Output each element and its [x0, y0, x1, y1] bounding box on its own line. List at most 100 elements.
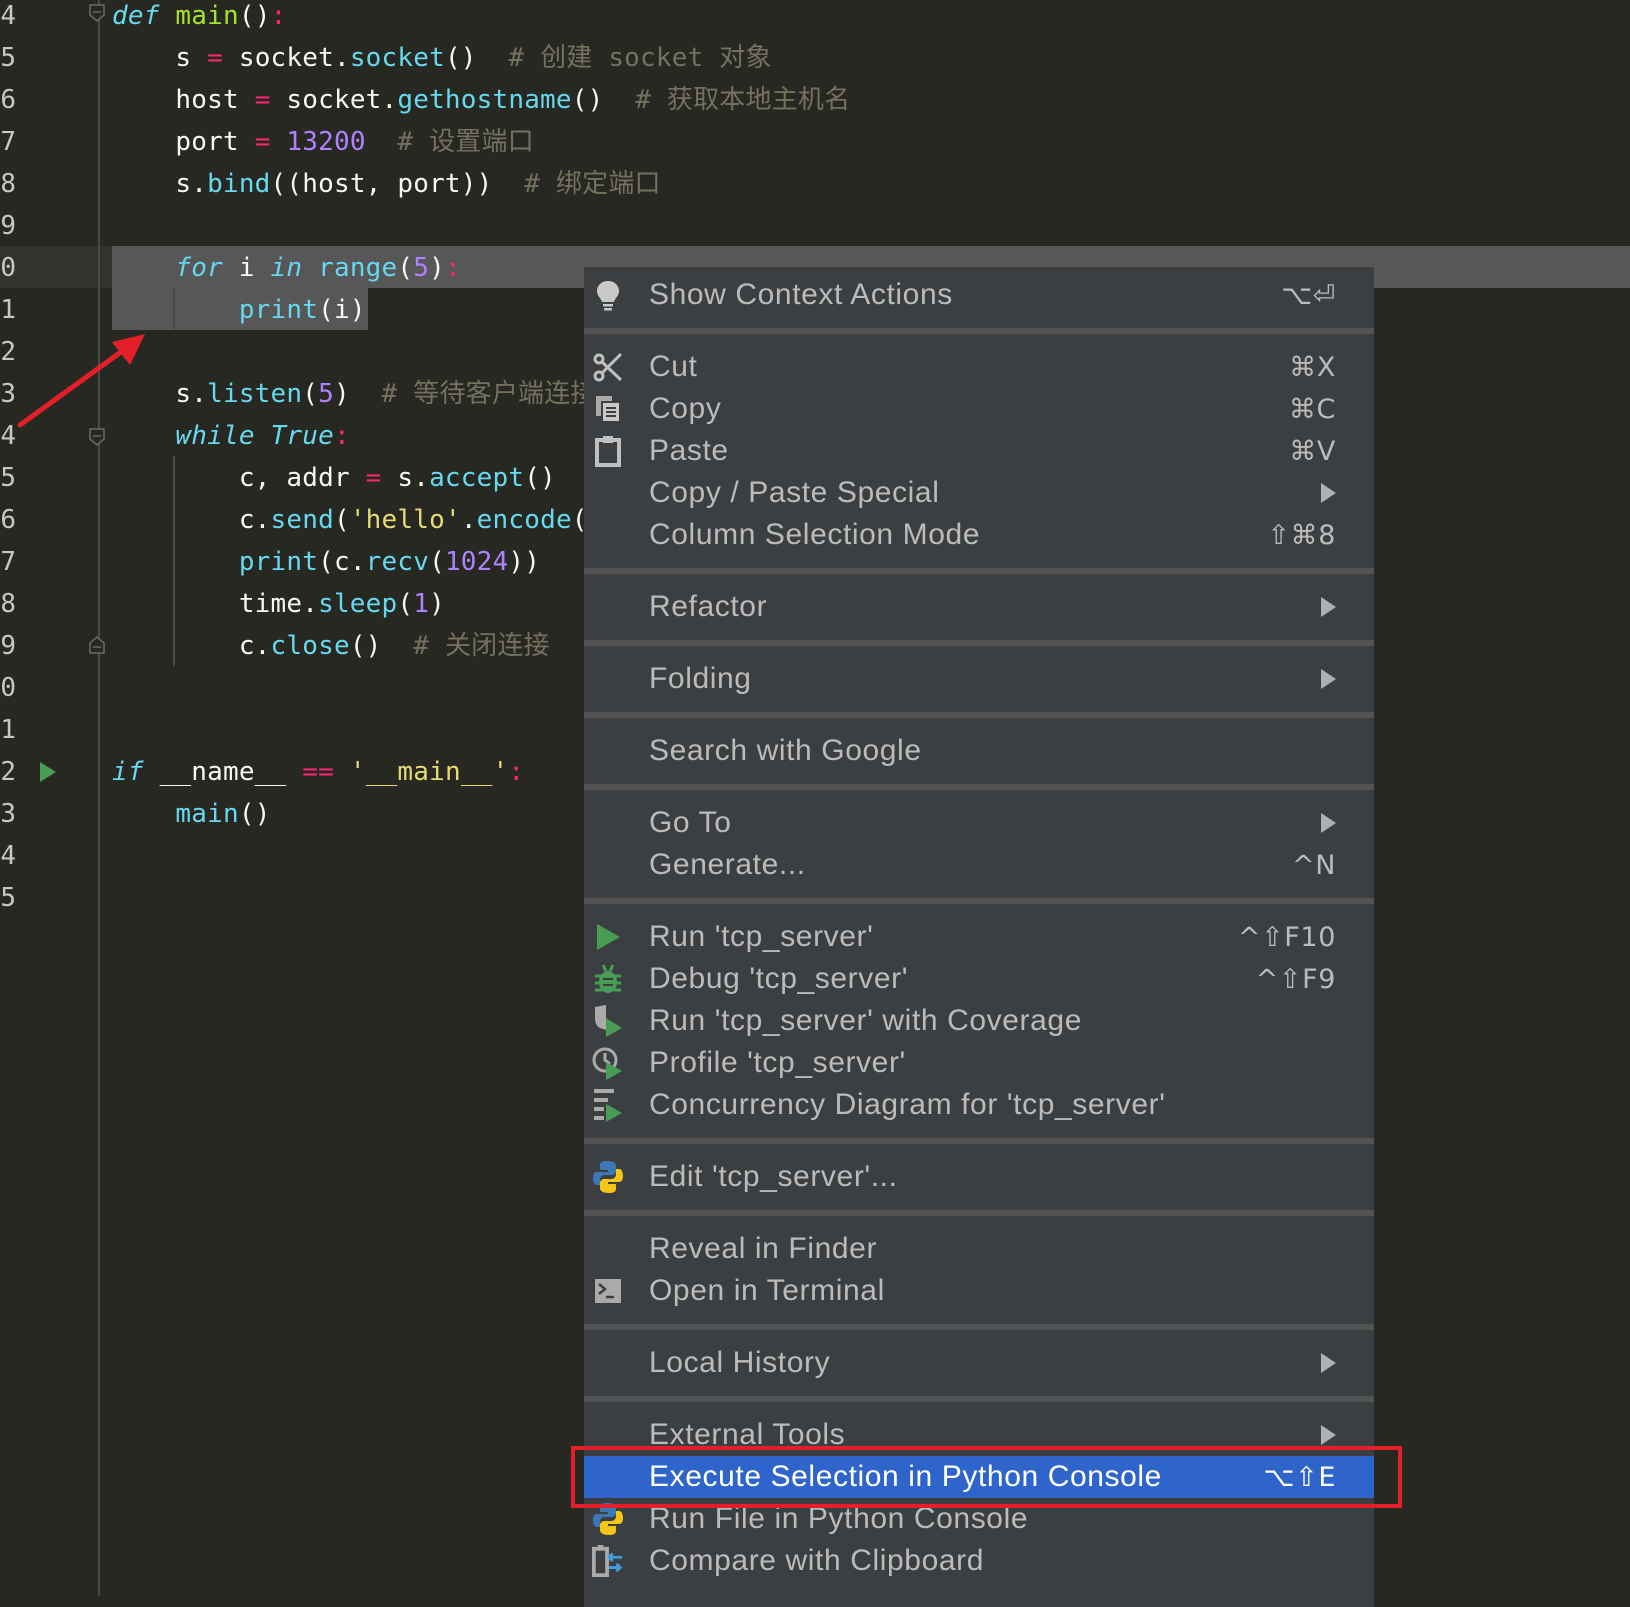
code-token: 13200: [286, 127, 366, 157]
code-line[interactable]: main(): [112, 793, 271, 835]
menu-item-reveal-in-finder[interactable]: Reveal in Finder: [584, 1228, 1374, 1270]
code-token: (: [397, 253, 414, 283]
menu-item-shortcut: ⌘V: [1289, 435, 1336, 467]
code-token: :: [270, 1, 287, 31]
code-token: )): [508, 547, 541, 577]
code-token: (): [524, 463, 556, 493]
code-line[interactable]: s.bind((host, port)) # 绑定端口: [112, 163, 661, 205]
code-line[interactable]: print(c.recv(1024)): [112, 541, 540, 583]
code-token: :: [333, 421, 350, 451]
menu-item-folding[interactable]: Folding: [584, 658, 1374, 700]
run-gutter-icon[interactable]: [38, 760, 58, 784]
menu-item-copy[interactable]: Copy ⌘C: [584, 388, 1374, 430]
code-token: ): [333, 379, 350, 409]
fold-icon[interactable]: [89, 4, 105, 22]
line-number: 17: [0, 547, 16, 577]
line-number: 18: [0, 589, 16, 619]
menu-item-concurrency-diagram-for-tcp-server[interactable]: Concurrency Diagram for 'tcp_server': [584, 1084, 1374, 1126]
menu-item-run-tcp-server[interactable]: Run 'tcp_server' ^⇧F10: [584, 916, 1374, 958]
menu-item-show-context-actions[interactable]: Show Context Actions ⌥⏎: [584, 274, 1374, 316]
concurrency-icon: [592, 1089, 624, 1122]
code-token: 5: [318, 379, 334, 409]
code-token: range: [318, 253, 398, 283]
code-token: sleep: [318, 589, 398, 619]
code-token: print: [238, 295, 319, 325]
code-line[interactable]: for i in range(5):: [112, 247, 461, 289]
code-token: __name__: [143, 757, 303, 787]
coverage-icon: [592, 1005, 624, 1037]
code-token: # 设置端口: [365, 127, 534, 157]
fold-end-icon[interactable]: [89, 636, 105, 654]
code-token: (): [571, 85, 604, 115]
code-token: ): [429, 253, 445, 283]
code-token: (): [238, 799, 271, 829]
menu-item-copy-paste-special[interactable]: Copy / Paste Special: [584, 472, 1374, 514]
menu-item-local-history[interactable]: Local History: [584, 1342, 1374, 1384]
line-number: 20: [0, 673, 16, 703]
line-number: 24: [0, 841, 16, 871]
code-token: =: [254, 85, 271, 115]
line-number: 22: [0, 757, 16, 787]
menu-item-cut[interactable]: Cut ⌘X: [584, 346, 1374, 388]
code-token: # 等待客户端连接: [349, 379, 597, 409]
menu-item-column-selection-mode[interactable]: Column Selection Mode ⇧⌘8: [584, 514, 1374, 556]
menu-item-run-tcp-server-with-coverage[interactable]: Run 'tcp_server' with Coverage: [584, 1000, 1374, 1042]
menu-item-open-in-terminal[interactable]: Open in Terminal: [584, 1270, 1374, 1312]
code-line[interactable]: time.sleep(1): [112, 583, 445, 625]
code-token: 1: [413, 589, 430, 619]
code-token: for: [175, 253, 223, 283]
menu-item-edit-tcp-server[interactable]: Edit 'tcp_server'...: [584, 1156, 1374, 1198]
menu-separator: [584, 886, 1374, 916]
menu-separator: [584, 316, 1374, 346]
code-token: c, addr: [112, 463, 366, 493]
menu-item-label: Run 'tcp_server': [649, 920, 874, 953]
menu-item-paste[interactable]: Paste ⌘V: [584, 430, 1374, 472]
menu-item-label: Open in Terminal: [649, 1274, 885, 1307]
line-number: 16: [0, 505, 16, 535]
code-token: main: [175, 1, 239, 31]
menu-item-profile-tcp-server[interactable]: Profile 'tcp_server': [584, 1042, 1374, 1084]
menu-item-go-to[interactable]: Go To: [584, 802, 1374, 844]
code-line[interactable]: s = socket.socket() # 创建 socket 对象: [112, 37, 772, 79]
menu-item-shortcut: ⌘X: [1289, 351, 1336, 383]
menu-separator: [584, 1126, 1374, 1156]
code-token: (: [333, 505, 350, 535]
menu-item-shortcut: ^N: [1291, 849, 1336, 881]
code-token: accept: [429, 463, 525, 493]
menu-item-compare-with-clipboard[interactable]: Compare with Clipboard: [584, 1540, 1374, 1582]
code-token: (c.: [318, 547, 366, 577]
code-line[interactable]: host = socket.gethostname() # 获取本地主机名: [112, 79, 850, 121]
code-line[interactable]: c.close() # 关闭连接: [112, 625, 550, 667]
menu-item-label: Folding: [649, 662, 752, 695]
code-line[interactable]: s.listen(5) # 等待客户端连接: [112, 373, 597, 415]
line-number: 4: [0, 1, 16, 31]
menu-item-debug-tcp-server[interactable]: Debug 'tcp_server' ^⇧F9: [584, 958, 1374, 1000]
menu-item-label: Compare with Clipboard: [649, 1544, 985, 1577]
code-token: # 绑定端口: [492, 169, 661, 199]
code-token: while: [175, 421, 255, 451]
code-token: s.: [112, 169, 208, 199]
code-line[interactable]: if __name__ == '__main__':: [112, 751, 524, 793]
code-token: i: [222, 253, 271, 283]
line-number: 25: [0, 883, 16, 913]
code-token: socket: [349, 43, 445, 73]
code-line[interactable]: c, addr = s.accept(): [112, 457, 556, 499]
submenu-arrow-icon: [1321, 597, 1336, 617]
code-line[interactable]: c.send('hello'.encode(: [112, 499, 588, 541]
menu-item-generate[interactable]: Generate... ^N: [584, 844, 1374, 886]
menu-item-refactor[interactable]: Refactor: [584, 586, 1374, 628]
menu-item-search-with-google[interactable]: Search with Google: [584, 730, 1374, 772]
code-token: '__main__': [349, 757, 509, 787]
menu-separator: [584, 772, 1374, 802]
code-token: # 获取本地主机名: [603, 85, 851, 115]
line-number: 9: [0, 211, 16, 241]
code-token: :: [444, 253, 461, 283]
code-line[interactable]: port = 13200 # 设置端口: [112, 121, 534, 163]
code-line[interactable]: def main():: [112, 0, 286, 37]
code-token: s: [112, 43, 208, 73]
